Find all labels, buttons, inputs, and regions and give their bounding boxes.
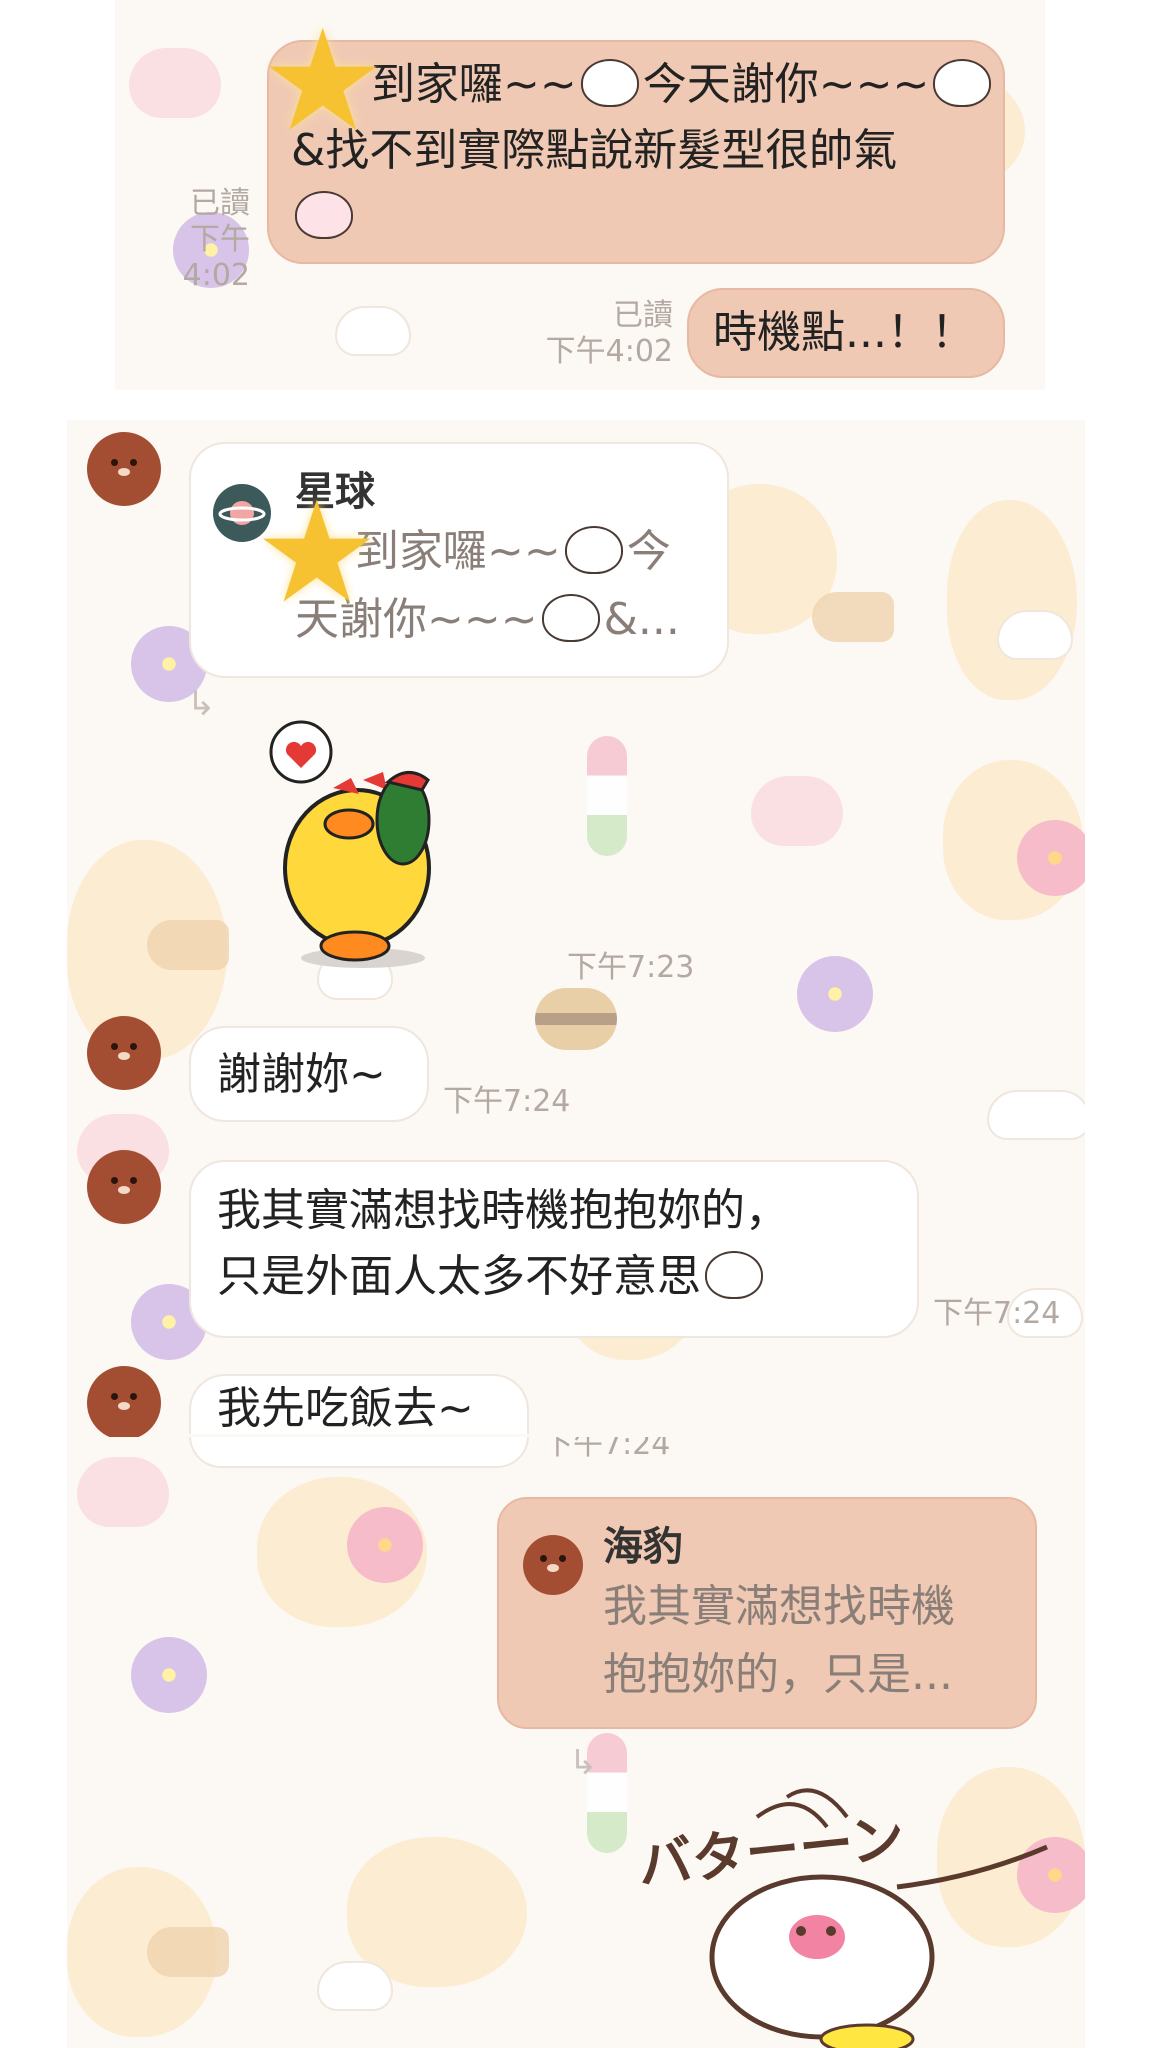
message-line <box>291 184 981 250</box>
bear-face-icon <box>538 1555 568 1575</box>
reply-avatar <box>523 1535 583 1595</box>
flower-decoration <box>1017 820 1085 896</box>
chick-sticker[interactable] <box>263 710 463 980</box>
message-time: 下午7:24 <box>443 1084 571 1119</box>
contact-avatar[interactable] <box>87 432 161 506</box>
flower-decoration <box>131 1637 207 1713</box>
mochi-decoration <box>997 610 1073 660</box>
bear-face-icon <box>109 1043 139 1063</box>
dango-decoration <box>587 736 627 856</box>
share-arrow-icon[interactable]: ↳ <box>187 684 216 724</box>
reply-text: 今 <box>626 526 671 577</box>
incoming-message-bubble[interactable]: 謝謝妳~ <box>189 1026 429 1122</box>
mochi-decoration <box>335 306 411 356</box>
chat-panel-bottom: 下午7:24 海豹 我其實滿想找時機 抱抱妳的，只是... ↳ バターーン <box>67 1437 1085 2048</box>
message-time: 下午7:24 <box>933 1296 1061 1331</box>
bunny-decoration <box>129 48 221 118</box>
message-meta: 已讀 下午4:02 <box>130 186 250 294</box>
chat-panel-top: 到家囉~~ 今天謝你~~~ &找不到實際點說新髮型很帥氣 ★ 已讀 下午4:02 … <box>115 0 1045 390</box>
cloud-decoration <box>947 500 1077 700</box>
star-icon: ★ <box>260 0 386 163</box>
bunny-decoration <box>751 776 843 846</box>
message-meta: 已讀 下午4:02 <box>535 298 673 370</box>
outgoing-reply-bubble[interactable]: 海豹 我其實滿想找時機 抱抱妳的，只是... <box>497 1497 1037 1729</box>
star-icon: ★ <box>254 472 380 635</box>
mochi-sparkle-emoji-icon <box>933 59 992 107</box>
message-line: 到家囉~~ 今天謝你~~~ <box>291 52 992 118</box>
share-arrow-icon[interactable]: ↳ <box>569 1743 598 1783</box>
bear-face-icon <box>109 459 139 479</box>
message-text: 我其實滿想找時機抱抱妳的， <box>217 1185 789 1236</box>
read-receipt: 已讀 <box>190 186 250 221</box>
fish-decoration <box>147 920 229 970</box>
contact-avatar[interactable] <box>87 1366 161 1437</box>
chat-panel-middle: 星球 到家囉~~ 今 天謝你~~~ &... ★ ↳ 下午7:23 謝謝妳~ 下午 <box>67 420 1085 1437</box>
mochi-sparkle-emoji-icon <box>541 594 600 642</box>
fish-decoration <box>812 592 894 642</box>
bear-face-icon <box>109 1177 139 1197</box>
fish-decoration <box>147 1927 229 1977</box>
mochi-decoration <box>987 1090 1085 1140</box>
bunny-emoji-icon <box>295 191 353 239</box>
bear-face-icon <box>109 1393 139 1413</box>
message-time: 下午4:02 <box>182 222 250 293</box>
message-text: 今天謝你~~~ <box>642 59 930 110</box>
contact-avatar[interactable] <box>87 1016 161 1090</box>
message-time: 下午7:23 <box>567 950 695 985</box>
mochi-decoration <box>317 1961 393 2011</box>
flower-decoration <box>797 956 873 1032</box>
mochi-emoji-icon <box>580 59 639 107</box>
contact-avatar[interactable] <box>87 1150 161 1224</box>
message-time: 下午7:24 <box>543 1437 671 1462</box>
message-time: 下午4:02 <box>545 334 673 369</box>
reply-text: &... <box>603 594 680 645</box>
bunny-decoration <box>77 1457 169 1527</box>
reply-text: 到家囉~~ <box>355 526 561 577</box>
reply-sender-name: 海豹 <box>603 1524 683 1570</box>
incoming-message-bubble[interactable]: 我其實滿想找時機抱抱妳的， 只是外面人太多不好意思 <box>189 1160 919 1338</box>
mochi-emoji-icon <box>564 526 623 574</box>
message-line: 只是外面人太多不好意思 <box>217 1244 891 1310</box>
bear-emoji-icon <box>705 1251 763 1299</box>
message-text: &找不到實際點說新髮型很帥氣 <box>291 125 898 176</box>
message-text: 到家囉~~ <box>371 59 577 110</box>
flower-decoration <box>347 1507 423 1583</box>
incoming-message-bubble[interactable]: 我先吃飯去~ <box>189 1374 529 1434</box>
bunny-sticker[interactable]: バターーン <box>635 1777 1077 2048</box>
message-text: 只是外面人太多不好意思 <box>217 1251 701 1302</box>
outgoing-message-bubble[interactable]: 時機點...！！ <box>687 288 1005 378</box>
reply-text: 抱抱妳的，只是... <box>603 1649 953 1700</box>
incoming-message-bubble-bottom <box>189 1437 529 1468</box>
reply-text: 我其實滿想找時機 <box>603 1581 955 1632</box>
macaron-decoration <box>535 988 617 1050</box>
read-receipt: 已讀 <box>613 298 673 333</box>
